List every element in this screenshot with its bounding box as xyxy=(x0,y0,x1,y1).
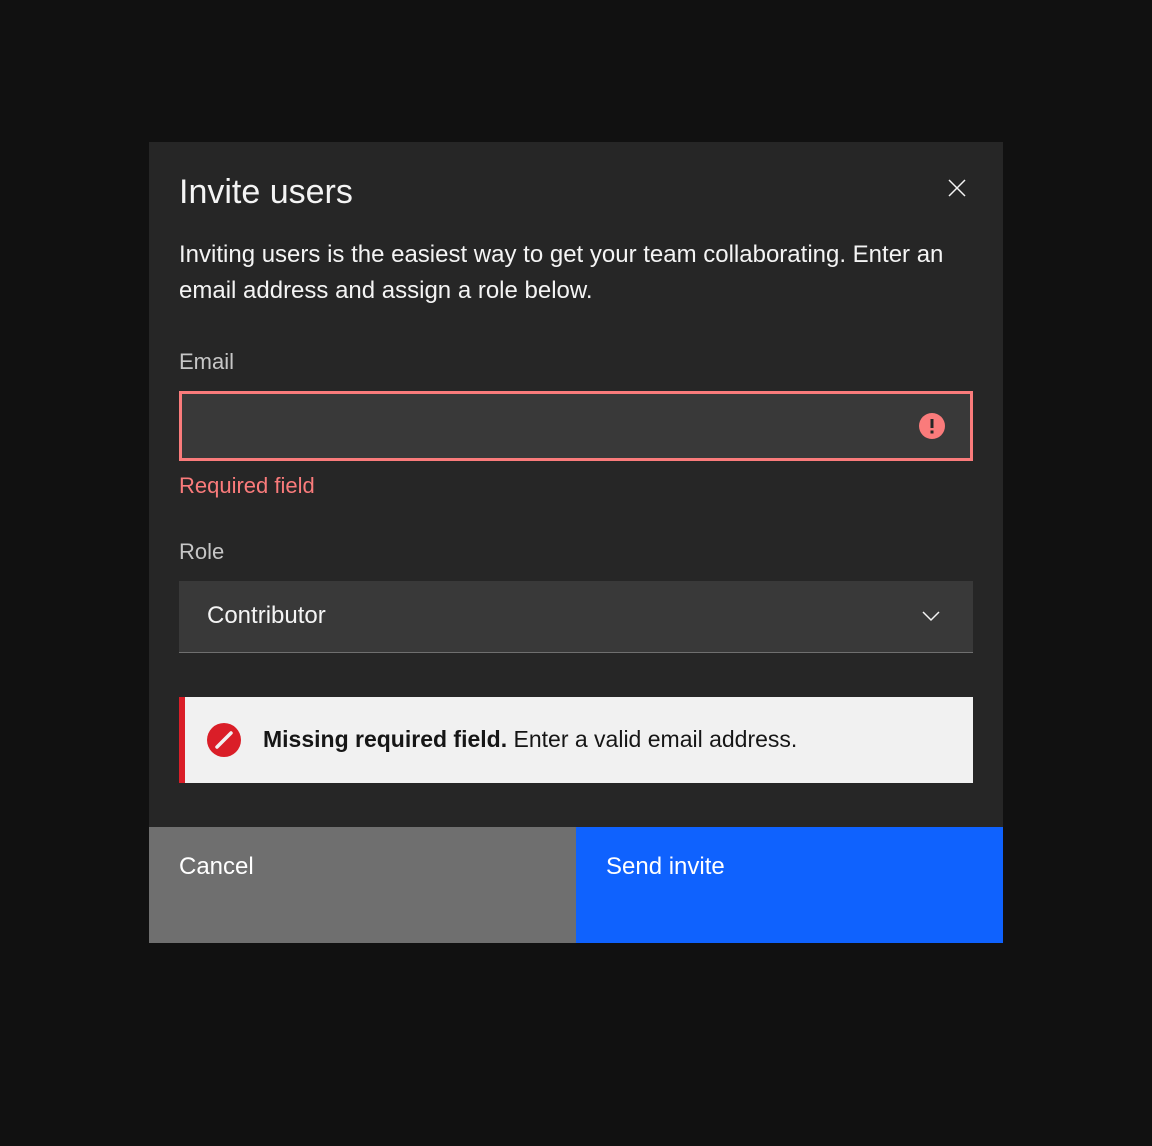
role-select[interactable]: Contributor xyxy=(179,581,973,653)
warning-icon xyxy=(919,413,945,439)
error-icon xyxy=(207,723,241,757)
email-error-text: Required field xyxy=(179,473,973,499)
close-button[interactable] xyxy=(941,172,973,207)
error-alert-banner: Missing required field. Enter a valid em… xyxy=(179,697,973,783)
alert-message: Enter a valid email address. xyxy=(514,726,798,752)
close-icon xyxy=(945,176,969,203)
send-invite-button[interactable]: Send invite xyxy=(576,827,1003,943)
alert-title: Missing required field. xyxy=(263,726,507,752)
modal-header: Invite users xyxy=(149,142,1003,213)
email-input-wrapper xyxy=(179,391,973,461)
email-field[interactable] xyxy=(179,391,973,461)
email-label: Email xyxy=(179,349,973,375)
cancel-button[interactable]: Cancel xyxy=(149,827,576,943)
email-form-group: Email Required field xyxy=(179,349,973,499)
alert-text: Missing required field. Enter a valid em… xyxy=(263,726,797,753)
modal-footer: Cancel Send invite xyxy=(149,827,1003,943)
role-label: Role xyxy=(179,539,973,565)
chevron-down-icon xyxy=(917,602,945,630)
role-selected-value: Contributor xyxy=(179,602,326,630)
invite-users-modal: Invite users Inviting users is the easie… xyxy=(149,142,1003,943)
form-section: Email Required field Role Contributor xyxy=(149,309,1003,653)
role-form-group: Role Contributor xyxy=(179,539,973,653)
modal-description: Inviting users is the easiest way to get… xyxy=(149,213,1003,309)
modal-title: Invite users xyxy=(179,172,353,213)
